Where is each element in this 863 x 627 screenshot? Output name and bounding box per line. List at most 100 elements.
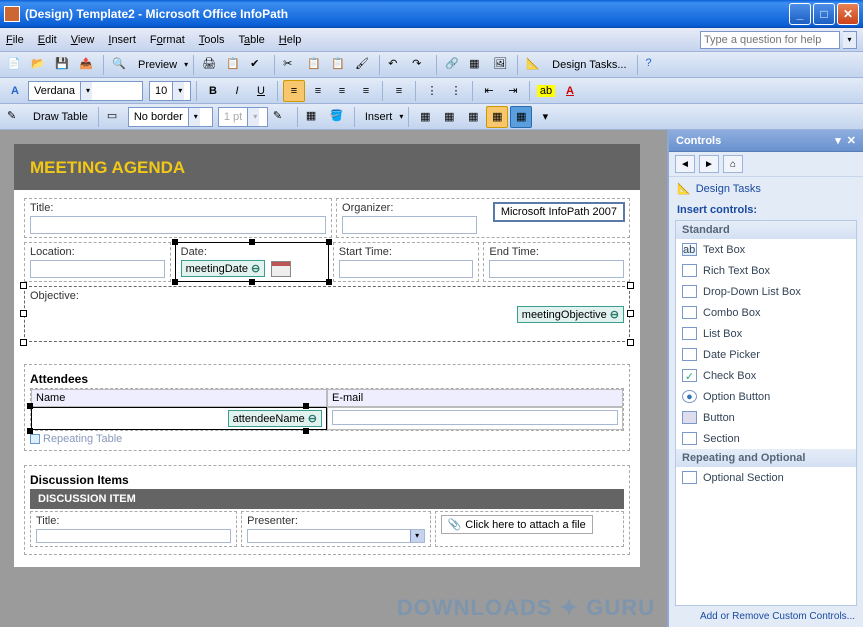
split-cells-button[interactable]: ▦ [438,106,460,128]
control-section[interactable]: Section [676,428,856,449]
decrease-indent-button[interactable]: ⇤ [478,80,500,102]
discussion-presenter-dropdown[interactable]: ▾ [247,529,424,543]
attendees-section[interactable]: Attendees Name E-mail attendeeName⊖ [24,364,630,451]
save-icon[interactable]: 💾 [52,54,74,76]
add-remove-controls-link[interactable]: Add or Remove Custom Controls... [669,606,863,627]
draw-table-icon[interactable]: ✎ [4,106,26,128]
menu-insert[interactable]: Insert [108,34,136,46]
shading-button[interactable]: 🪣 [327,106,349,128]
table-button-active[interactable]: ▦ [486,106,508,128]
underline-button[interactable]: U [250,80,272,102]
start-time-region[interactable]: Start Time: [333,242,480,282]
discussion-title-field[interactable] [36,529,231,543]
discussion-attach-region[interactable]: 📎 Click here to attach a file [435,511,624,547]
maximize-button[interactable]: □ [813,3,835,25]
location-region[interactable]: Location: [24,242,171,282]
date-region-selected[interactable]: Date: meetingDate⊖ [175,242,329,282]
preview-icon[interactable]: 🔍 [109,54,131,76]
new-icon[interactable]: 📄 [4,54,26,76]
help-search-dropdown[interactable]: ▾ [843,31,857,49]
task-pane-dropdown[interactable]: ▾ [835,134,841,147]
line-spacing-button[interactable]: ≡ [388,80,410,102]
design-canvas[interactable]: MEETING AGENDA Title: Organizer: Microso… [0,130,667,627]
control-list-box[interactable]: List Box [676,323,856,344]
control-option-button[interactable]: ●Option Button [676,386,856,407]
font-size-combo[interactable]: 10▾ [149,81,191,101]
help-search[interactable]: ▾ [700,31,857,49]
attendee-name-cell-selected[interactable]: attendeeName⊖ [31,407,327,430]
control-rich-text-box[interactable]: Rich Text Box [676,260,856,281]
control-combo-box[interactable]: Combo Box [676,302,856,323]
align-center-button[interactable]: ≡ [307,80,329,102]
control-check-box[interactable]: ✓Check Box [676,365,856,386]
borders-button[interactable]: ▦ [303,106,325,128]
paste-icon[interactable]: 📋 [328,54,350,76]
increase-indent-button[interactable]: ⇥ [502,80,524,102]
menu-help[interactable]: Help [279,34,302,46]
help-search-input[interactable] [700,31,840,49]
end-time-region[interactable]: End Time: [483,242,630,282]
design-tasks-link[interactable]: 📐 Design Tasks [669,177,863,200]
numbered-list-button[interactable]: ⋮ [421,80,443,102]
discussion-section[interactable]: Discussion Items DISCUSSION ITEM Title: … [24,465,630,555]
help-icon[interactable]: ? [643,54,665,76]
align-right-button[interactable]: ≡ [331,80,353,102]
italic-button[interactable]: I [226,80,248,102]
bold-button[interactable]: B [202,80,224,102]
attendee-email-cell[interactable] [327,407,623,430]
control-date-picker[interactable]: Date Picker [676,344,856,365]
minimize-button[interactable]: _ [789,3,811,25]
objective-binding-tag[interactable]: meetingObjective⊖ [517,306,624,323]
menu-edit[interactable]: Edit [38,34,57,46]
organizer-field[interactable] [342,216,477,234]
insert-picture-icon[interactable]: 🖼 [490,54,512,76]
print-preview-icon[interactable]: 📋 [223,54,245,76]
control-optional-section[interactable]: Optional Section [676,467,856,488]
title-field[interactable] [30,216,326,234]
draw-table-button[interactable]: Draw Table [28,111,93,123]
align-justify-button[interactable]: ≡ [355,80,377,102]
end-time-field[interactable] [489,260,624,278]
cut-icon[interactable]: ✂ [280,54,302,76]
design-tasks-icon[interactable]: 📐 [523,54,545,76]
bulleted-list-button[interactable]: ⋮ [445,80,467,102]
nav-home-button[interactable]: ⌂ [723,155,743,173]
control-textbox[interactable]: abText Box [676,239,856,260]
date-picker-icon[interactable] [271,261,291,277]
control-button[interactable]: Button [676,407,856,428]
highlight-button[interactable]: ab [535,80,557,102]
organizer-region[interactable]: Organizer: Microsoft InfoPath 2007 [336,198,630,238]
merge-cells-button[interactable]: ▦ [414,106,436,128]
format-painter-icon[interactable]: 🖌 [352,54,374,76]
border-width-combo[interactable]: 1 pt▾ [218,107,268,127]
hyperlink-icon[interactable]: 🔗 [442,54,464,76]
nav-back-button[interactable]: ◄ [675,155,695,173]
print-icon[interactable]: 🖨 [199,54,221,76]
align-cells-button[interactable]: ▦ [462,106,484,128]
attach-file-button[interactable]: 📎 Click here to attach a file [441,515,593,534]
task-pane-close-icon[interactable]: ✕ [847,134,856,147]
discussion-presenter-region[interactable]: Presenter: ▾ [241,511,430,547]
control-dropdown-list-box[interactable]: Drop-Down List Box [676,281,856,302]
title-region[interactable]: Title: [24,198,332,238]
copy-icon[interactable]: 📋 [304,54,326,76]
nav-forward-button[interactable]: ► [699,155,719,173]
border-color-button[interactable]: ✎ [270,106,292,128]
design-tasks-button[interactable]: Design Tasks... [547,59,631,71]
preview-button[interactable]: Preview [133,59,182,71]
spelling-icon[interactable]: ✔ [247,54,269,76]
location-field[interactable] [30,260,165,278]
open-icon[interactable]: 📂 [28,54,50,76]
undo-icon[interactable]: ↶ [385,54,407,76]
menu-table[interactable]: Table [238,34,264,46]
attendee-email-field[interactable] [332,410,618,425]
insert-table-menu[interactable]: Insert [360,111,398,123]
publish-icon[interactable]: 📤 [76,54,98,76]
attendee-name-binding-tag[interactable]: attendeeName⊖ [228,410,322,427]
distribute-button[interactable]: ▦ [510,106,532,128]
eraser-icon[interactable]: ▭ [104,106,126,128]
border-style-combo[interactable]: No border▾ [128,107,213,127]
date-binding-tag[interactable]: meetingDate⊖ [181,260,266,277]
align-left-button[interactable]: ≡ [283,80,305,102]
close-button[interactable]: ✕ [837,3,859,25]
